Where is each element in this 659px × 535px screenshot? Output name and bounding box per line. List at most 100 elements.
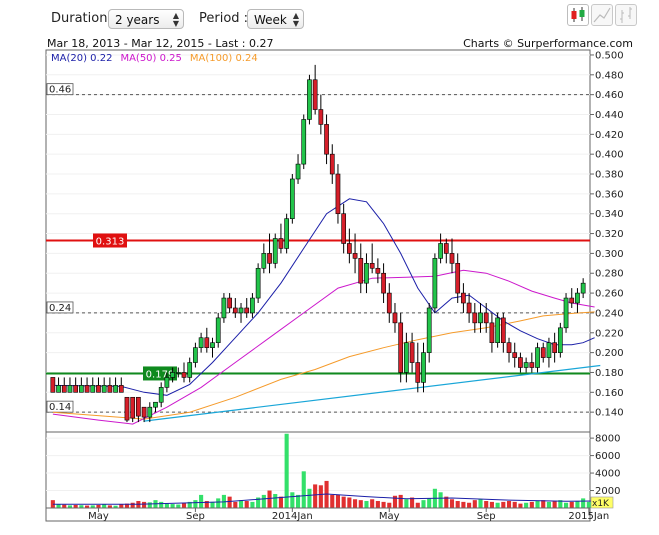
volume-bar — [227, 496, 232, 508]
candle-body — [483, 312, 489, 324]
y-tick-label: 0.500 — [595, 50, 624, 61]
volume-bar — [318, 485, 323, 508]
candle-body — [540, 347, 546, 358]
candle-body — [398, 322, 404, 373]
y-tick-label: 0.380 — [595, 170, 624, 181]
volume-bar — [164, 503, 169, 508]
legend: MA(20) 0.22 MA(50) 0.25 MA(100) 0.24 — [51, 53, 258, 64]
candle-body — [404, 342, 409, 373]
volume-axis-ticks: 8000 6000 4000 2000 x1K — [590, 434, 620, 509]
x-tick-label: 2014Jan — [272, 511, 313, 522]
candle-body — [489, 322, 495, 344]
candle-body — [364, 263, 369, 284]
volume-bar — [290, 492, 295, 508]
volume-bar — [586, 501, 591, 508]
candle-body — [289, 178, 295, 219]
candle-body — [421, 352, 426, 383]
volume-bar — [267, 490, 272, 508]
legend-item: MA(20) 0.22 — [51, 53, 112, 64]
x-tick-label: Sep — [477, 511, 496, 522]
candle — [432, 253, 438, 313]
volume-bar — [524, 502, 529, 508]
candle-body — [369, 263, 375, 269]
candle-body — [535, 347, 540, 368]
candle-body — [250, 297, 255, 314]
x-tick-label: Sep — [186, 511, 205, 522]
volume-bar — [250, 501, 255, 508]
volume-bar — [102, 504, 107, 508]
x-tick-label: May — [88, 511, 109, 522]
candle-body — [358, 258, 364, 284]
volume-bar — [512, 501, 517, 508]
candle-body — [301, 119, 307, 165]
volume-bar — [130, 502, 135, 508]
candle-body — [563, 297, 569, 329]
candle — [301, 114, 307, 170]
volume-bar — [261, 494, 266, 508]
volume-bar — [541, 500, 546, 508]
volume-bar — [238, 500, 244, 508]
candle — [255, 263, 261, 304]
volume-bar — [501, 501, 506, 508]
candle-body — [153, 401, 158, 408]
candle-body — [472, 312, 478, 324]
volume-bar — [546, 501, 551, 508]
candle-body — [56, 385, 61, 393]
y-tick-label: 0.280 — [595, 269, 624, 280]
volume-bar — [375, 501, 380, 508]
candle-body — [443, 243, 449, 254]
volume-bar — [552, 501, 557, 508]
candle-body — [73, 385, 79, 393]
candle-body — [518, 357, 523, 368]
candle-body — [61, 385, 67, 393]
candle-body — [575, 292, 580, 304]
candle-body — [461, 292, 466, 304]
volume-bar — [193, 500, 198, 508]
candle — [398, 312, 404, 383]
candle-body — [118, 385, 124, 393]
candle-body — [529, 362, 535, 368]
candle-body — [227, 297, 232, 309]
candle-body — [307, 79, 312, 120]
volume-bar — [199, 494, 204, 508]
candle-body — [101, 385, 107, 393]
candle-body — [210, 342, 215, 348]
candle-body — [569, 297, 575, 304]
candle-body — [204, 337, 210, 348]
candle-body — [375, 267, 381, 274]
candle-body — [329, 153, 335, 175]
volume-bar — [461, 501, 466, 508]
volume-bar — [484, 501, 489, 508]
volume-bar — [119, 504, 124, 508]
volume-bar — [295, 494, 301, 508]
volume-bar — [341, 496, 346, 508]
x-axis-frame — [45, 507, 591, 522]
volume-bar — [181, 502, 187, 508]
y-tick-label: 0.240 — [595, 308, 624, 319]
candle — [307, 74, 312, 125]
volume-bar — [216, 498, 221, 508]
candle-body — [267, 253, 272, 264]
candle-body — [500, 317, 506, 344]
candle-body — [158, 387, 164, 403]
y-tick-label: 0.180 — [595, 368, 624, 379]
candle — [557, 322, 563, 358]
candle-body — [324, 124, 329, 155]
volume-bar — [147, 502, 152, 508]
candle — [124, 396, 130, 423]
candle-body — [512, 352, 518, 358]
candle-body — [79, 385, 84, 393]
volume-bar — [347, 497, 352, 508]
legend-item: MA(100) 0.24 — [190, 53, 258, 64]
candle-body — [96, 385, 101, 393]
candle-body — [175, 372, 181, 374]
candle-body — [272, 238, 278, 264]
candle-body — [181, 372, 187, 378]
candle-body — [466, 302, 472, 314]
candle-body — [232, 307, 238, 314]
price-axis-ticks: 0.500 0.480 0.460 0.440 0.420 0.400 0.380 0.360… — [590, 50, 624, 419]
volume-bar — [535, 501, 540, 508]
candle — [289, 174, 295, 224]
volume-bar — [421, 500, 426, 508]
candle-body — [506, 342, 512, 353]
